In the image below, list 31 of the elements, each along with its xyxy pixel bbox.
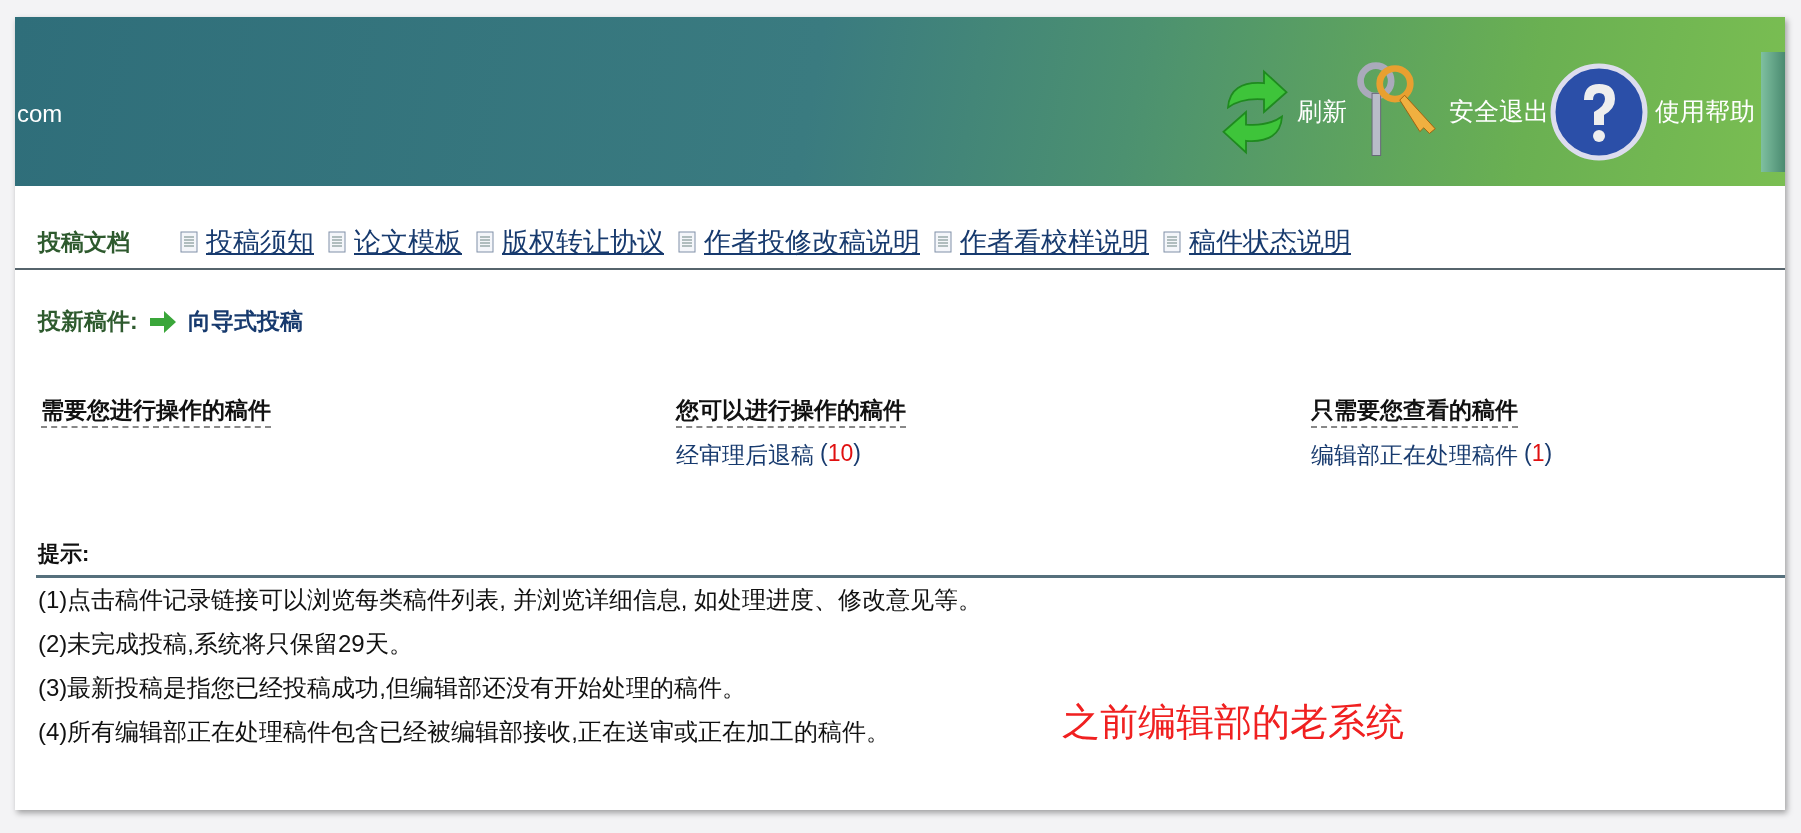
document-link[interactable]: 稿件状态说明 bbox=[1189, 224, 1351, 260]
tip-text: (4)所有编辑部正在处理稿件包含已经被编辑部接收,正在送审或正在加工的稿件。 bbox=[38, 717, 890, 747]
tip-text: (3)最新投稿是指您已经投稿成功,但编辑部还没有开始处理的稿件。 bbox=[38, 673, 746, 703]
document-icon bbox=[180, 231, 198, 253]
document-icon bbox=[934, 231, 952, 253]
docs-title: 投稿文档 bbox=[38, 227, 130, 257]
new-submission-label: 投新稿件: bbox=[38, 307, 138, 336]
tip-text: (1)点击稿件记录链接可以浏览每类稿件列表, 并浏览详细信息, 如处理进度、修改意见等。 bbox=[38, 585, 982, 615]
count-text: (1) bbox=[1524, 440, 1553, 468]
arrow-right-icon bbox=[147, 308, 178, 335]
count-text: (10) bbox=[820, 440, 861, 468]
document-link[interactable]: 作者投修改稿说明 bbox=[704, 224, 920, 260]
document-icon bbox=[328, 231, 346, 253]
wizard-submission-link[interactable]: 向导式投稿 bbox=[187, 306, 303, 337]
document-link[interactable]: 投稿须知 bbox=[206, 224, 314, 260]
document-icon bbox=[476, 231, 494, 253]
document-link[interactable]: 论文模板 bbox=[354, 224, 462, 260]
document-icon bbox=[678, 231, 696, 253]
category-link[interactable]: 编辑部正在处理稿件 bbox=[1311, 440, 1518, 471]
site-text: com bbox=[16, 99, 63, 128]
tip-text: (2)未完成投稿,系统将只保留29天。 bbox=[38, 629, 413, 659]
document-link[interactable]: 作者看校样说明 bbox=[960, 224, 1149, 260]
category-heading: 只需要您查看的稿件 bbox=[1311, 395, 1518, 428]
tips-title: 提示: bbox=[38, 541, 90, 566]
annotation-text: 之前编辑部的老系统 bbox=[1062, 700, 1404, 745]
document-link[interactable]: 版权转让协议 bbox=[502, 224, 664, 260]
category-link[interactable]: 经审理后退稿 bbox=[676, 440, 814, 471]
category-heading: 您可以进行操作的稿件 bbox=[676, 395, 906, 428]
document-icon bbox=[1163, 231, 1181, 253]
help-icon bbox=[1549, 61, 1649, 162]
category-heading: 需要您进行操作的稿件 bbox=[41, 395, 271, 428]
